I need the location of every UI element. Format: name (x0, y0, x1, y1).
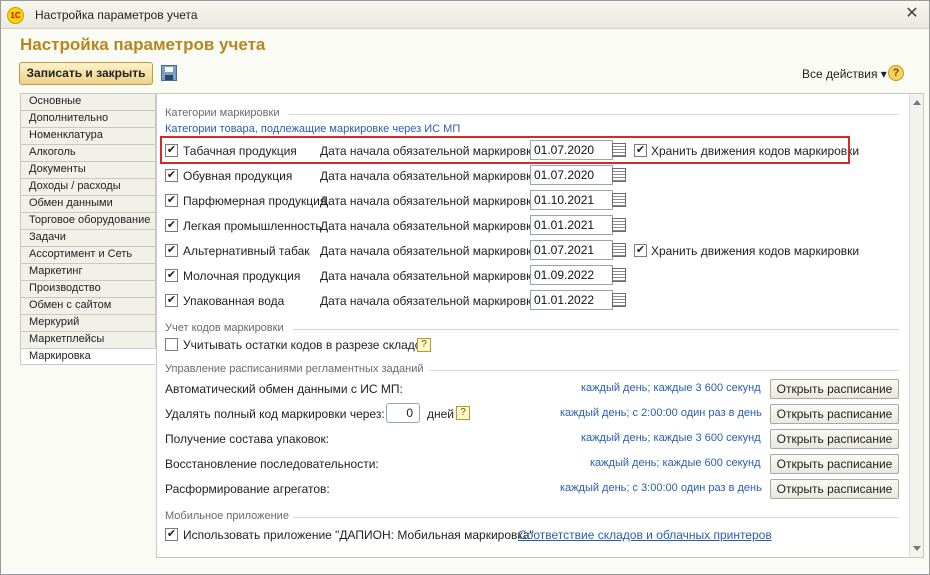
open-schedule-button[interactable]: Открыть расписание (770, 479, 899, 499)
stock-by-warehouse-label: Учитывать остатки кодов в разрезе складо… (183, 338, 428, 352)
help-icon[interactable]: ? (888, 65, 904, 81)
category-alt-tobacco-label: Альтернативный табак (183, 244, 310, 258)
store-codes-alt-tobacco-checkbox[interactable]: ✔ (634, 244, 647, 257)
nav-item-marking[interactable]: Маркировка (20, 348, 156, 365)
mobile-group-title: Мобильное приложение (165, 510, 289, 522)
category-light-industry-label: Легкая промышленность (183, 219, 322, 233)
nav-item-additional[interactable]: Дополнительно (20, 110, 156, 127)
codes-group-title: Учет кодов маркировки (165, 322, 284, 334)
use-mobile-app-checkbox[interactable]: ✔ (165, 528, 178, 541)
date-label: Дата начала обязательной маркировки: (320, 169, 542, 183)
close-icon[interactable]: ✕ (903, 5, 921, 23)
page-title: Настройка параметров учета (20, 35, 266, 54)
days-input[interactable]: 0 (386, 403, 420, 423)
category-light-industry-checkbox[interactable]: ✔ (165, 219, 178, 232)
calendar-icon[interactable] (612, 268, 626, 282)
date-input-shoes[interactable]: 01.07.2020 (530, 165, 613, 185)
date-input-light-industry[interactable]: 01.01.2021 (530, 215, 613, 235)
calendar-icon[interactable] (612, 168, 626, 182)
category-water-label: Упакованная вода (183, 294, 285, 308)
date-label: Дата начала обязательной маркировки: (320, 294, 542, 308)
schedule-row-label: Восстановление последовательности: (165, 457, 379, 471)
date-label: Дата начала обязательной маркировки: (320, 244, 542, 258)
nav-item-tasks[interactable]: Задачи (20, 229, 156, 246)
schedules-group-title: Управление расписаниями регламентных зад… (165, 363, 424, 375)
nav-item-data-exchange[interactable]: Обмен данными (20, 195, 156, 212)
date-input-dairy[interactable]: 01.09.2022 (530, 265, 613, 285)
category-water-checkbox[interactable]: ✔ (165, 294, 178, 307)
nav-item-income-expenses[interactable]: Доходы / расходы (20, 178, 156, 195)
calendar-icon[interactable] (612, 193, 626, 207)
calendar-icon[interactable] (612, 243, 626, 257)
date-input-water[interactable]: 01.01.2022 (530, 290, 613, 310)
question-icon[interactable]: ? (456, 406, 470, 420)
scroll-up-arrow-icon[interactable] (913, 100, 921, 105)
nav-item-documents[interactable]: Документы (20, 161, 156, 178)
marking-group-title: Категории маркировки (165, 107, 280, 119)
nav-item-mercury[interactable]: Меркурий (20, 314, 156, 331)
schedule-row-label: Получение состава упаковок: (165, 432, 330, 446)
schedule-value-link[interactable]: каждый день; с 2:00:00 один раз в день (560, 407, 762, 419)
nav-item-nomenclature[interactable]: Номенклатура (20, 127, 156, 144)
group-divider (293, 329, 899, 330)
all-actions-menu[interactable]: Все действия ▾ (802, 67, 887, 81)
open-schedule-button[interactable]: Открыть расписание (770, 404, 899, 424)
schedule-row-label: Удалять полный код маркировки через: (165, 407, 385, 421)
days-label: дней (427, 407, 455, 421)
date-label: Дата начала обязательной маркировки: (320, 194, 542, 208)
date-label: Дата начала обязательной маркировки: (320, 269, 542, 283)
nav-item-alcohol[interactable]: Алкоголь (20, 144, 156, 161)
group-divider (289, 114, 899, 115)
vertical-scrollbar[interactable] (909, 94, 923, 557)
nav-item-marketing[interactable]: Маркетинг (20, 263, 156, 280)
schedule-row-label: Расформирование агрегатов: (165, 482, 330, 496)
nav-item-trade-equipment[interactable]: Торговое оборудование (20, 212, 156, 229)
sidebar-nav: Основные Дополнительно Номенклатура Алко… (20, 93, 156, 365)
nav-item-marketplaces[interactable]: Маркетплейсы (20, 331, 156, 348)
schedule-value-link[interactable]: каждый день; каждые 3 600 секунд (581, 382, 761, 394)
date-input-alt-tobacco[interactable]: 01.07.2021 (530, 240, 613, 260)
settings-window: 1С Настройка параметров учета ✕ Настройк… (0, 0, 930, 575)
store-codes-label: Хранить движения кодов маркировки (651, 244, 860, 258)
schedule-row-label: Автоматический обмен данными с ИС МП: (165, 382, 403, 396)
calendar-icon[interactable] (612, 293, 626, 307)
category-perfume-label: Парфюмерная продукция (183, 194, 327, 208)
calendar-icon[interactable] (612, 218, 626, 232)
warehouse-printers-link[interactable]: Соответствие складов и облачных принтеро… (518, 528, 772, 542)
date-label: Дата начала обязательной маркировки: (320, 219, 542, 233)
save-and-close-button[interactable]: Записать и закрыть (19, 62, 153, 85)
stock-by-warehouse-checkbox[interactable] (165, 338, 178, 351)
use-mobile-app-label: Использовать приложение "ДАПИОН: Мобильн… (183, 528, 534, 542)
category-alt-tobacco-checkbox[interactable]: ✔ (165, 244, 178, 257)
category-shoes-checkbox[interactable]: ✔ (165, 169, 178, 182)
category-perfume-checkbox[interactable]: ✔ (165, 194, 178, 207)
title-bar: 1С Настройка параметров учета ✕ (1, 1, 929, 29)
date-input-perfume[interactable]: 01.10.2021 (530, 190, 613, 210)
category-dairy-label: Молочная продукция (183, 269, 301, 283)
open-schedule-button[interactable]: Открыть расписание (770, 379, 899, 399)
open-schedule-button[interactable]: Открыть расписание (770, 429, 899, 449)
nav-item-assortment[interactable]: Ассортимент и Сеть (20, 246, 156, 263)
open-schedule-button[interactable]: Открыть расписание (770, 454, 899, 474)
marking-subtitle: Категории товара, подлежащие маркировке … (165, 123, 461, 135)
schedule-value-link[interactable]: каждый день; с 3:00:00 один раз в день (560, 482, 762, 494)
scroll-down-arrow-icon[interactable] (913, 546, 921, 551)
question-icon[interactable]: ? (417, 338, 431, 352)
nav-item-site-exchange[interactable]: Обмен с сайтом (20, 297, 156, 314)
group-divider (429, 370, 899, 371)
window-title: Настройка параметров учета (35, 8, 198, 22)
highlight-frame (160, 136, 850, 164)
schedule-value-link[interactable]: каждый день; каждые 600 секунд (590, 457, 761, 469)
category-shoes-label: Обувная продукция (183, 169, 293, 183)
schedule-value-link[interactable]: каждый день; каждые 3 600 секунд (581, 432, 761, 444)
app-logo-icon: 1С (7, 7, 24, 24)
nav-item-basic[interactable]: Основные (20, 93, 156, 110)
category-dairy-checkbox[interactable]: ✔ (165, 269, 178, 282)
save-disk-icon[interactable] (161, 65, 177, 81)
nav-item-production[interactable]: Производство (20, 280, 156, 297)
group-divider (293, 517, 899, 518)
